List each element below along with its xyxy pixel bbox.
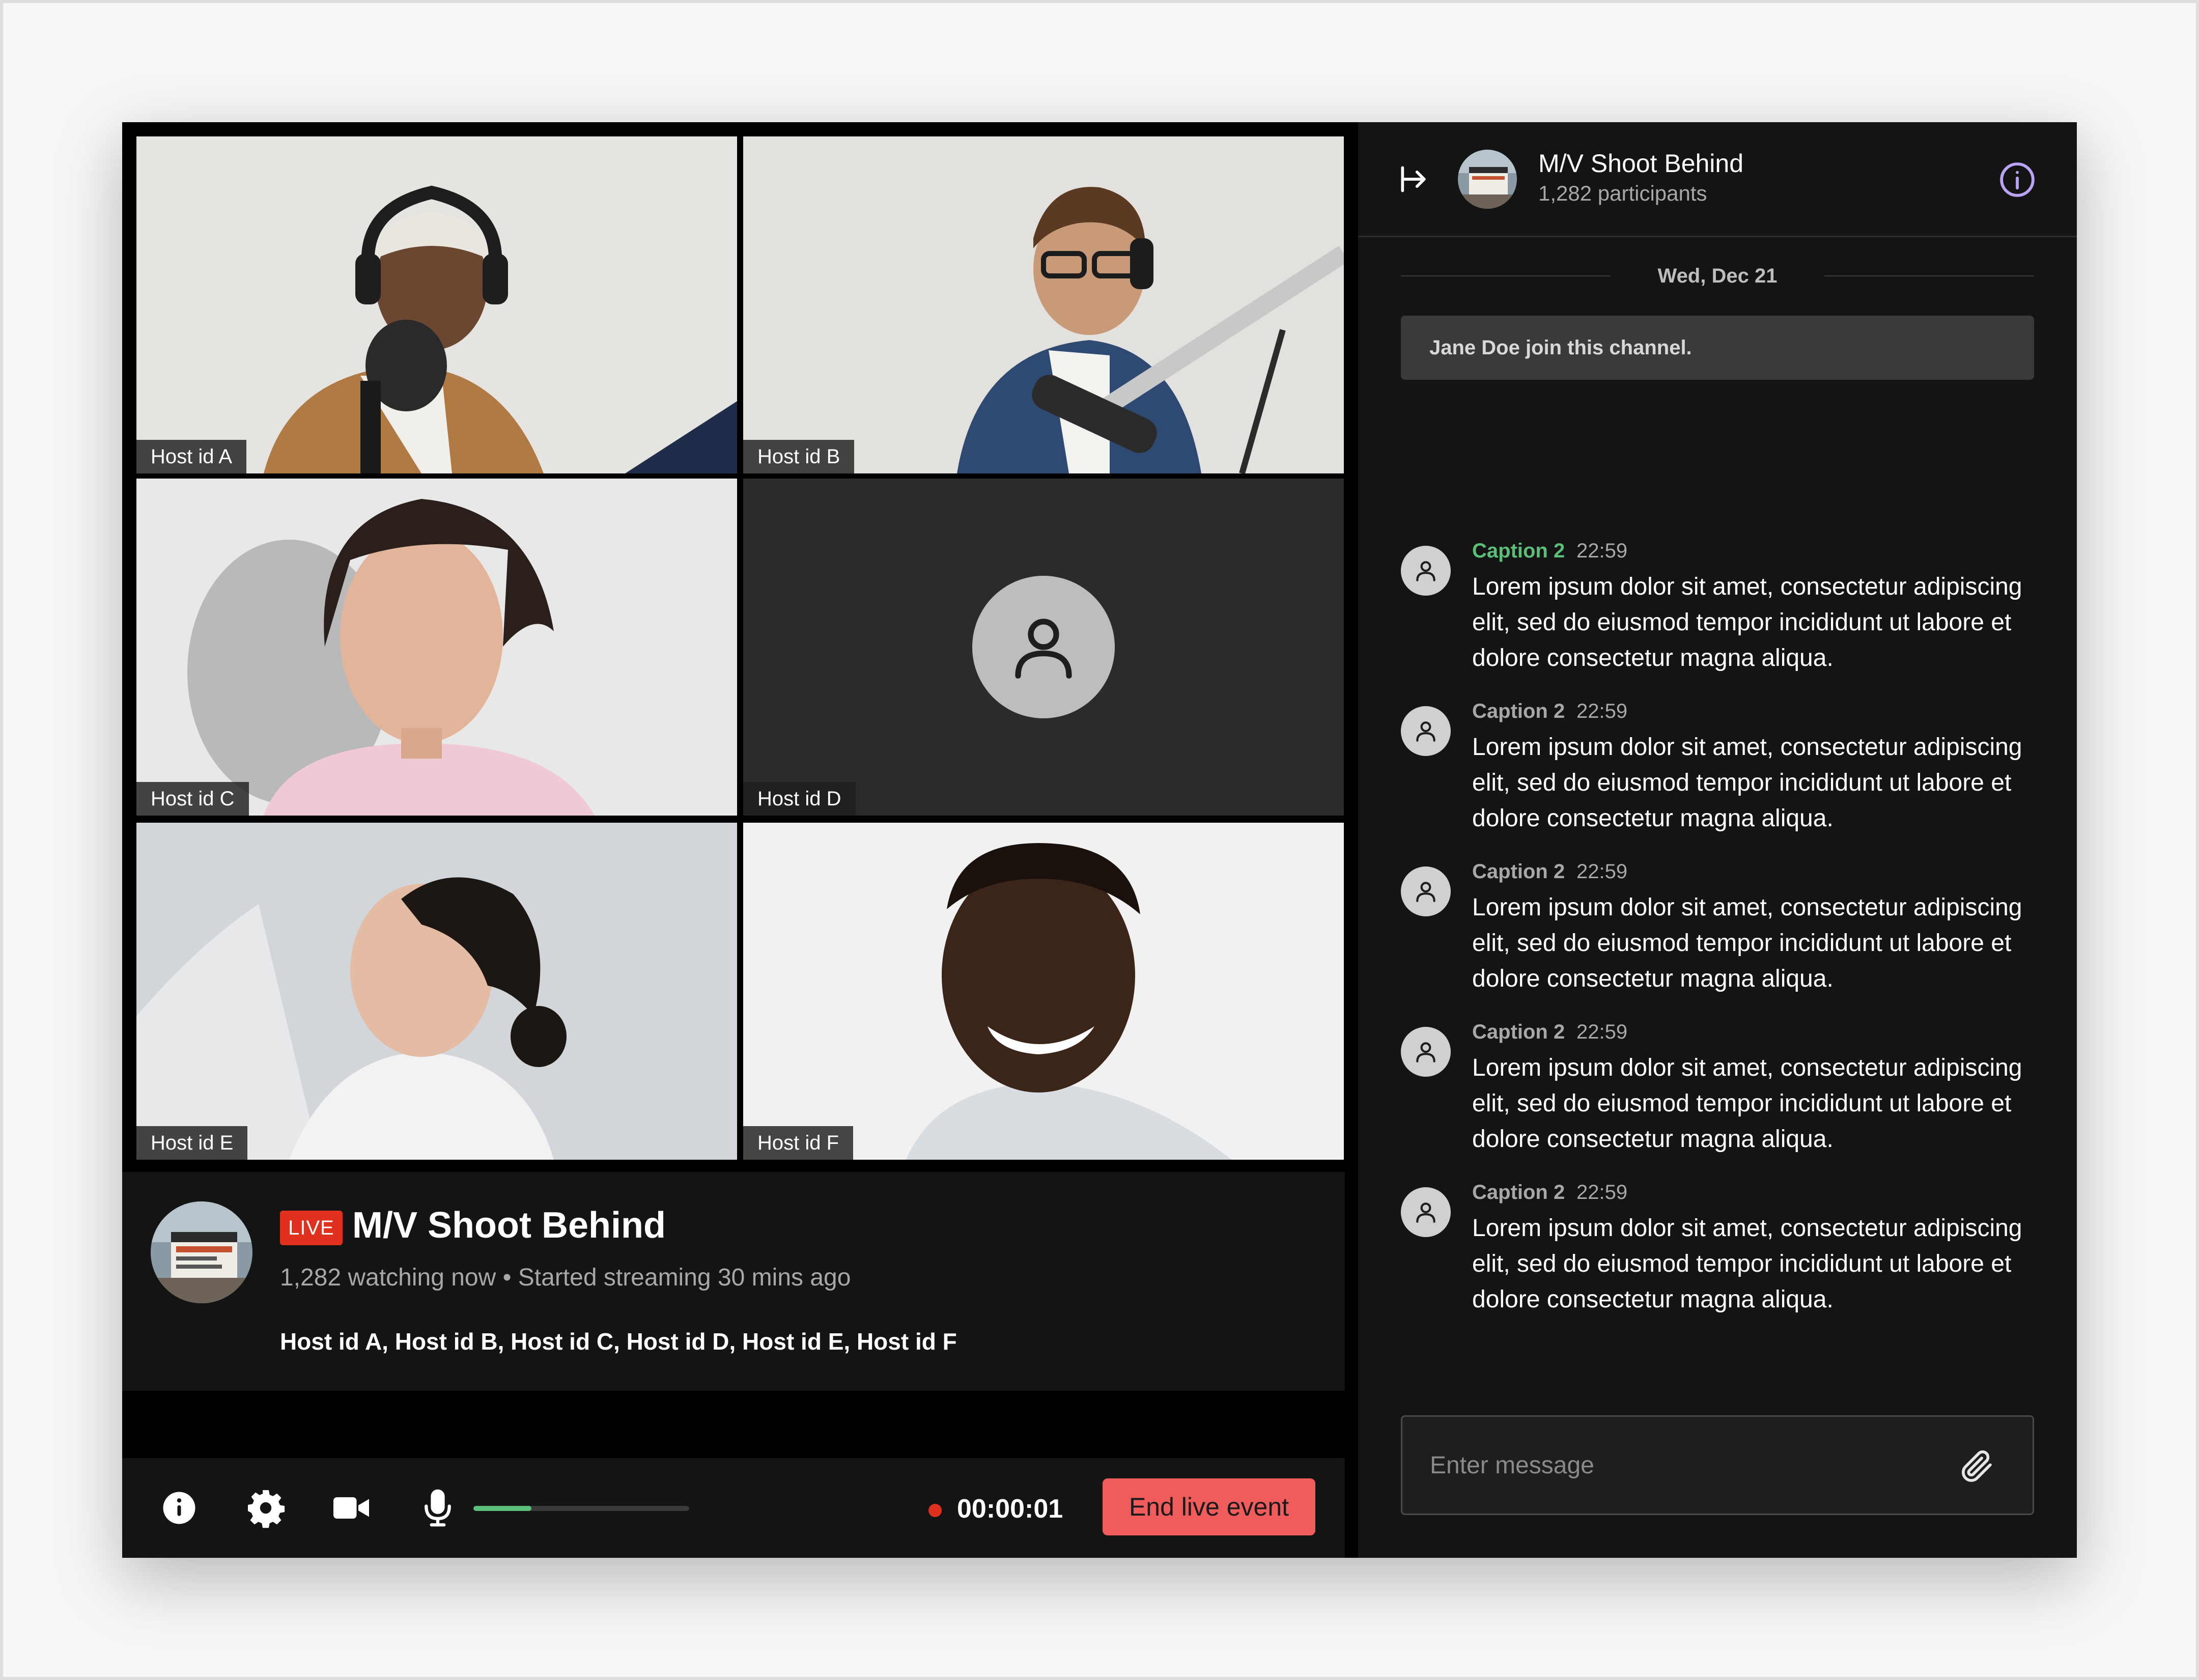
user-icon [1416,882,1435,902]
message-text: Lorem ipsum dolor sit amet, consectetur … [1472,734,2022,832]
chat-message: Caption 2 22:59 Lorem ipsum dolor sit amet… [1401,1181,2034,1334]
video-tile-host-c[interactable]: Host id C [136,479,737,816]
video-tile-host-e[interactable]: Host id E [136,823,737,1160]
message-author[interactable]: Caption 2 [1472,860,1565,883]
stream-title: M/V Shoot Behind [352,1205,666,1246]
system-message: Jane Doe join this channel. [1401,316,2034,380]
message-text: Lorem ipsum dolor sit amet, consectetur … [1472,1215,2022,1313]
mic-level-fill [473,1506,532,1511]
message-avatar[interactable] [1401,866,1451,916]
channel-avatar [1458,150,1517,209]
message-text: Lorem ipsum dolor sit amet, consectetur … [1472,894,2022,992]
message-author[interactable]: Caption 2 [1472,540,1565,563]
stream-meta: 1,282 watching now • Started streaming 3… [280,1264,851,1291]
video-tile-host-b[interactable]: Host id B [743,136,1344,473]
message-avatar[interactable] [1401,1187,1451,1237]
host-a-video-feed [136,136,737,473]
message-timestamp: 22:59 [1576,1021,1628,1043]
channel-info-icon[interactable] [1997,160,2037,200]
video-tile-host-d[interactable]: Host id D [743,479,1344,816]
host-f-video-feed [743,823,1344,1160]
user-icon [1015,619,1072,679]
message-avatar[interactable] [1401,1027,1451,1077]
participant-count: 1,282 participants [1538,181,1707,205]
message-avatar[interactable] [1401,706,1451,756]
user-icon [1416,721,1435,742]
host-e-video-feed [136,823,737,1160]
tile-label: Host id A [136,440,247,473]
live-stream-app: Host id A Host id B Host id C Host id D … [122,122,2077,1558]
participant-avatar-placeholder [972,576,1115,718]
user-icon [1416,561,1435,581]
date-label: Wed, Dec 21 [1657,265,1778,287]
chat-message: Caption 2 22:59 Lorem ipsum dolor sit amet… [1401,860,2034,1013]
tile-label: Host id C [136,782,249,816]
message-author[interactable]: Caption 2 [1472,1021,1565,1044]
message-timestamp: 22:59 [1576,540,1628,562]
stream-hosts-list: Host id A, Host id B, Host id C, Host id… [280,1328,957,1355]
message-timestamp: 22:59 [1576,700,1628,722]
video-tile-host-f[interactable]: Host id F [743,823,1344,1160]
attachment-paperclip-icon[interactable] [1957,1446,1996,1485]
user-icon [1416,1202,1435,1223]
message-text: Lorem ipsum dolor sit amet, consectetur … [1472,1054,2022,1153]
video-tile-host-a[interactable]: Host id A [136,136,737,473]
camera-icon[interactable] [330,1487,373,1529]
video-stage: Host id A Host id B Host id C Host id D … [122,122,1345,1558]
message-timestamp: 22:59 [1576,1181,1628,1203]
message-composer [1401,1415,2034,1515]
collapse-panel-icon[interactable] [1397,162,1431,197]
microphone-icon[interactable] [416,1487,459,1529]
user-icon [1416,1042,1435,1062]
message-timestamp: 22:59 [1576,860,1628,883]
message-input[interactable] [1430,1417,1939,1514]
message-avatar[interactable] [1401,546,1451,596]
chat-header: M/V Shoot Behind 1,282 participants [1358,122,2077,237]
message-text: Lorem ipsum dolor sit amet, consectetur … [1472,573,2022,671]
info-icon[interactable] [158,1487,201,1529]
message-author[interactable]: Caption 2 [1472,1181,1565,1204]
message-author[interactable]: Caption 2 [1472,700,1565,723]
mic-level-meter [473,1506,689,1511]
host-b-video-feed [743,136,1344,473]
tile-label: Host id B [743,440,855,473]
tile-label: Host id E [136,1126,248,1160]
chat-message: Caption 2 22:59 Lorem ipsum dolor sit amet… [1401,1021,2034,1173]
host-c-video-feed [136,479,737,816]
broadcast-controls: 00:00:01 End live event [122,1458,1345,1558]
chat-message: Caption 2 22:59 Lorem ipsum dolor sit amet… [1401,700,2034,853]
stream-timer: 00:00:01 [957,1494,1063,1524]
chat-channel-title: M/V Shoot Behind [1538,149,1744,178]
channel-thumbnail[interactable] [151,1201,252,1303]
stream-info-bar: LIVE M/V Shoot Behind 1,282 watching now… [122,1172,1345,1391]
date-divider: Wed, Dec 21 [1401,261,2034,291]
settings-gear-icon[interactable] [244,1487,287,1529]
recording-indicator [928,1504,942,1517]
live-badge: LIVE [280,1211,343,1245]
chat-panel: M/V Shoot Behind 1,282 participants Wed,… [1358,122,2077,1558]
end-live-event-button[interactable]: End live event [1103,1478,1315,1535]
tile-label: Host id F [743,1126,854,1160]
tile-label: Host id D [743,782,856,816]
chat-message: Caption 2 22:59 Lorem ipsum dolor sit amet… [1401,540,2034,692]
